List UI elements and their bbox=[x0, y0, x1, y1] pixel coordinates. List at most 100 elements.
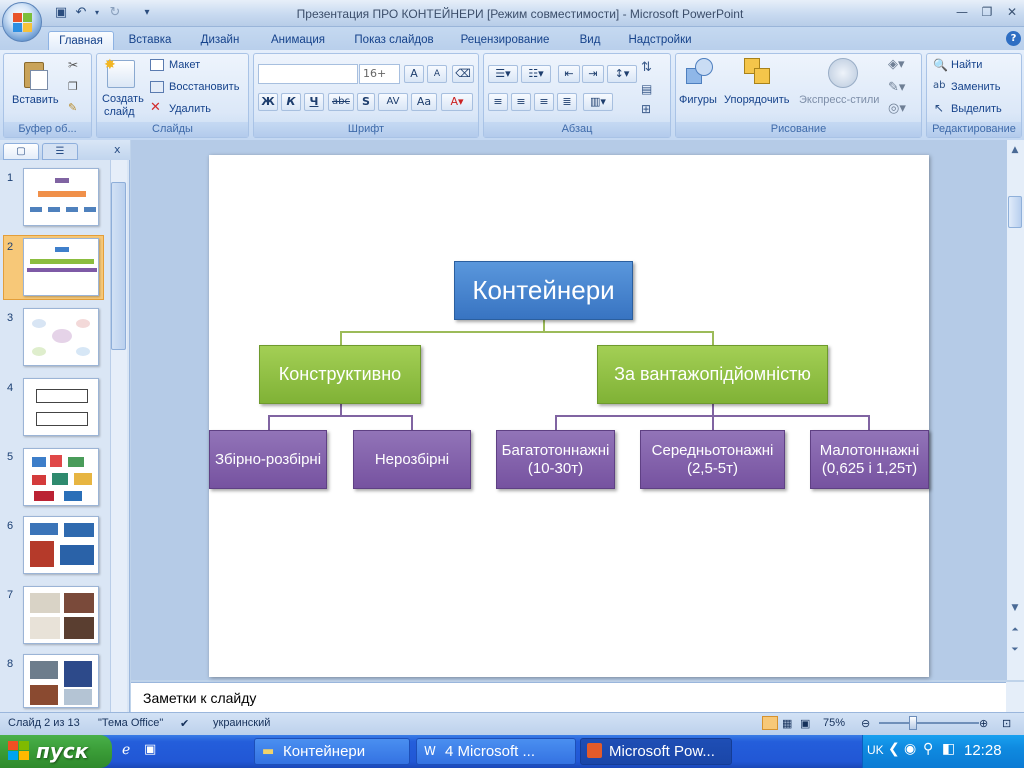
slide-thumbnail-5[interactable] bbox=[23, 448, 99, 506]
slide-thumbnail-3[interactable] bbox=[23, 308, 99, 366]
help-icon[interactable]: ? bbox=[1006, 31, 1021, 46]
underline-button[interactable]: Ч bbox=[304, 93, 324, 111]
shadow-button[interactable]: S bbox=[357, 93, 375, 111]
tab-slideshow[interactable]: Показ слайдов bbox=[348, 31, 440, 50]
fit-to-window-icon[interactable]: ⊡ bbox=[1002, 717, 1011, 730]
arrange-button[interactable]: Упорядочить bbox=[724, 94, 789, 106]
notes-placeholder[interactable]: Заметки к слайду bbox=[143, 690, 256, 706]
char-spacing-button[interactable]: AV bbox=[378, 93, 408, 111]
italic-button[interactable]: К bbox=[281, 93, 301, 111]
text-direction-icon[interactable]: ⇅ bbox=[641, 60, 652, 75]
smartart-leaf[interactable]: Середньотонажні (2,5-5т) bbox=[640, 430, 785, 489]
save-icon[interactable]: ▣ bbox=[52, 4, 70, 22]
undo-icon[interactable]: ↶ bbox=[72, 4, 90, 22]
font-size-input[interactable]: 16+ bbox=[359, 64, 400, 84]
clock[interactable]: 12:28 bbox=[964, 742, 1002, 759]
font-name-input[interactable] bbox=[258, 64, 358, 84]
justify-icon[interactable]: ≣ bbox=[557, 93, 577, 111]
cut-icon[interactable]: ✂ bbox=[68, 58, 78, 72]
tab-slides-icon[interactable]: ▢ bbox=[3, 143, 39, 160]
close-pane-icon[interactable]: x bbox=[114, 143, 121, 156]
change-case-button[interactable]: Aa bbox=[411, 93, 437, 111]
increase-indent-icon[interactable]: ⇥ bbox=[582, 65, 604, 83]
notes-pane[interactable] bbox=[131, 682, 1006, 712]
slide-thumbnail-8[interactable] bbox=[23, 654, 99, 708]
volume-icon[interactable]: ◧ bbox=[942, 741, 955, 757]
copy-icon[interactable]: ❐ bbox=[68, 80, 78, 93]
slide-sorter-icon[interactable]: ▦ bbox=[782, 717, 792, 730]
line-spacing-icon[interactable]: ↕▾ bbox=[607, 65, 637, 83]
clear-format-icon[interactable]: ⌫ bbox=[452, 65, 474, 83]
align-left-icon[interactable]: ≡ bbox=[488, 93, 508, 111]
undo-dropdown-icon[interactable]: ▾ bbox=[92, 4, 102, 22]
desktop-icon[interactable]: ▣ bbox=[144, 742, 156, 757]
tab-review[interactable]: Рецензирование bbox=[455, 31, 555, 50]
taskbar-item-powerpoint[interactable]: Microsoft Pow... bbox=[580, 738, 732, 765]
tab-outline-icon[interactable]: ☰ bbox=[42, 143, 78, 160]
align-right-icon[interactable]: ≡ bbox=[534, 93, 554, 111]
zoom-slider-handle[interactable] bbox=[909, 716, 917, 730]
zoom-in-icon[interactable]: ⊕ bbox=[979, 717, 988, 730]
smartart-root[interactable]: Контейнери bbox=[454, 261, 633, 320]
shape-effects-icon[interactable]: ◎▾ bbox=[888, 101, 906, 116]
redo-icon[interactable]: ↻ bbox=[106, 4, 124, 22]
shape-outline-icon[interactable]: ✎▾ bbox=[888, 80, 905, 95]
align-text-icon[interactable]: ▤ bbox=[641, 82, 652, 96]
minimize-icon[interactable]: — bbox=[950, 4, 974, 21]
smartart-leaf[interactable]: Малотоннажні (0,625 і 1,25т) bbox=[810, 430, 929, 489]
font-color-icon[interactable]: A▾ bbox=[441, 93, 473, 111]
bullets-icon[interactable]: ☰▾ bbox=[488, 65, 518, 83]
decrease-indent-icon[interactable]: ⇤ bbox=[558, 65, 580, 83]
tab-view[interactable]: Вид bbox=[574, 31, 606, 50]
slide-thumbnail-4[interactable] bbox=[23, 378, 99, 436]
scroll-down-icon[interactable]: ▼ bbox=[1007, 600, 1023, 616]
delete-button[interactable]: Удалить bbox=[169, 103, 211, 115]
language[interactable]: украинский bbox=[213, 717, 270, 729]
customize-qat-icon[interactable]: ▾ bbox=[138, 4, 156, 22]
shrink-font-button[interactable]: A bbox=[427, 65, 447, 83]
zoom-level[interactable]: 75% bbox=[823, 717, 845, 729]
keyboard-language[interactable]: UK bbox=[867, 743, 884, 757]
restore-icon[interactable]: ❐ bbox=[975, 4, 999, 21]
tray-icon[interactable]: ◉ bbox=[904, 741, 916, 757]
taskbar-item-word[interactable]: 4 Microsoft ... bbox=[416, 738, 576, 765]
slide-thumbnail-7[interactable] bbox=[23, 586, 99, 644]
taskbar-item-folder[interactable]: Контейнери bbox=[254, 738, 410, 765]
ie-icon[interactable]: ℯ bbox=[122, 742, 130, 758]
smartart-node-left[interactable]: Конструктивно bbox=[259, 345, 421, 404]
bold-button[interactable]: Ж bbox=[258, 93, 278, 111]
tab-animation[interactable]: Анимация bbox=[262, 31, 334, 50]
numbering-icon[interactable]: ☷▾ bbox=[521, 65, 551, 83]
zoom-slider[interactable] bbox=[879, 722, 979, 724]
next-slide-icon[interactable]: ⏷ bbox=[1007, 642, 1023, 658]
replace-button[interactable]: Заменить bbox=[951, 81, 1000, 93]
tab-design[interactable]: Дизайн bbox=[192, 31, 248, 50]
prev-slide-icon[interactable]: ⏶ bbox=[1007, 622, 1023, 638]
notes-scrollbar[interactable] bbox=[1006, 682, 1024, 712]
columns-icon[interactable]: ▥▾ bbox=[583, 93, 613, 111]
zoom-out-icon[interactable]: ⊖ bbox=[861, 717, 870, 730]
strikethrough-button[interactable]: abc bbox=[328, 93, 354, 111]
office-button[interactable] bbox=[2, 2, 42, 42]
arrange-icon[interactable] bbox=[744, 58, 772, 88]
new-slide-icon[interactable]: ✸ bbox=[104, 57, 135, 88]
reset-button[interactable]: Восстановить bbox=[169, 81, 239, 93]
smartart-leaf[interactable]: Нерозбірні bbox=[353, 430, 471, 489]
format-painter-icon[interactable]: ✎ bbox=[68, 101, 77, 114]
find-button[interactable]: Найти bbox=[951, 59, 982, 71]
network-icon[interactable]: ⚲ bbox=[923, 741, 933, 757]
quick-styles-icon[interactable] bbox=[828, 58, 858, 88]
slide-thumbnail-6[interactable] bbox=[23, 516, 99, 574]
smartart-leaf[interactable]: Збірно-розбірні bbox=[209, 430, 327, 489]
scroll-up-icon[interactable]: ▲ bbox=[1007, 142, 1023, 158]
shapes-button[interactable]: Фигуры bbox=[679, 94, 717, 106]
close-icon[interactable]: ✕ bbox=[1000, 4, 1024, 21]
align-center-icon[interactable]: ≡ bbox=[511, 93, 531, 111]
smartart-leaf[interactable]: Багатотоннажні (10-30т) bbox=[496, 430, 615, 489]
normal-view-icon[interactable] bbox=[762, 716, 778, 730]
vertical-scroll-thumb[interactable] bbox=[1008, 196, 1022, 228]
grow-font-button[interactable]: A bbox=[404, 65, 424, 83]
select-button[interactable]: Выделить bbox=[951, 103, 1002, 115]
slide-thumbnail-2[interactable] bbox=[23, 238, 99, 296]
slide-thumbnail-1[interactable] bbox=[23, 168, 99, 226]
